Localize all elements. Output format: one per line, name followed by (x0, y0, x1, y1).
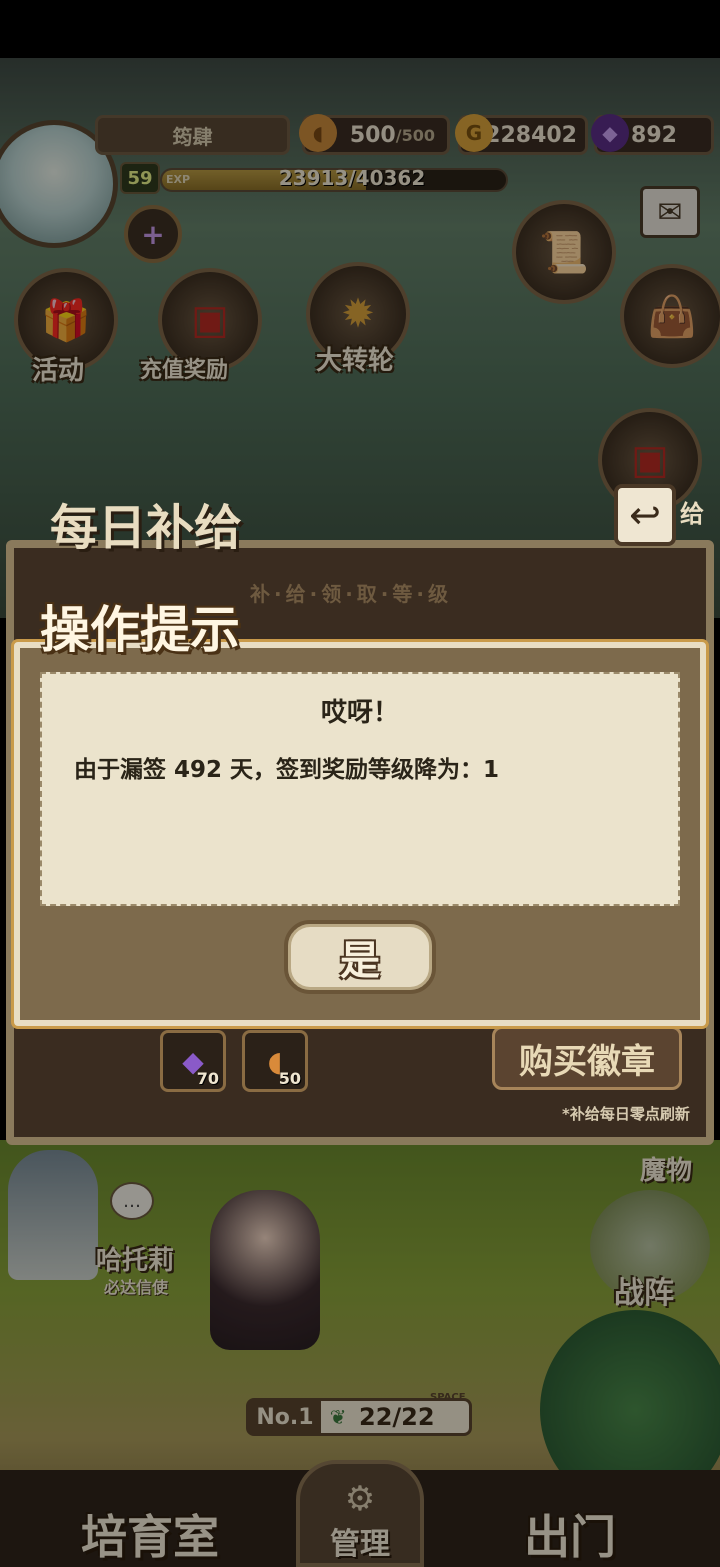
refresh-note: *补给每日零点刷新 (562, 1105, 690, 1123)
confirm-label: 是 (340, 938, 380, 984)
daily-supply-subtitle: 补·给·领·取·等·级 (250, 582, 452, 606)
status-bar (0, 0, 720, 58)
side-label: 给 (680, 500, 704, 528)
dialog-title: 操作提示 (40, 601, 240, 659)
reward-count: 70 (196, 1069, 219, 1088)
confirm-button[interactable]: 是 (284, 920, 436, 994)
reward-slot-gem[interactable]: ◆ 70 (160, 1030, 226, 1092)
back-arrow-icon: ↩ (629, 493, 661, 537)
dialog-heading: 哎呀！ (320, 698, 399, 728)
reward-count: 50 (278, 1069, 301, 1088)
daily-supply-title: 每日补给 (50, 500, 243, 556)
dialog-message: 由于漏签 492 天，签到奖励等级降为：1 (74, 757, 500, 783)
reward-slot-bread[interactable]: ◖ 50 (242, 1030, 308, 1092)
back-button[interactable]: ↩ (614, 484, 676, 546)
buy-badge-button[interactable]: 购买徽章 (492, 1026, 682, 1090)
